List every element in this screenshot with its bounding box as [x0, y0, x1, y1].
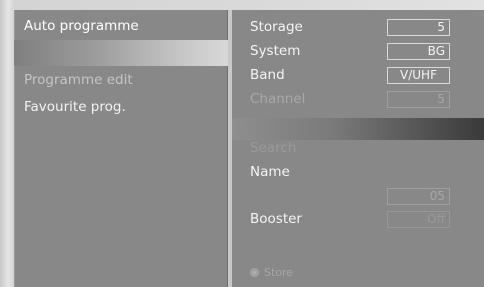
band-label: Band	[250, 67, 285, 83]
menu-item-favourite-prog[interactable]: Favourite prog.	[24, 99, 126, 115]
channel-label: Channel	[250, 91, 306, 107]
tv-menu-screen: Auto programme Programme edit Favourite …	[0, 0, 484, 287]
store-button[interactable]: Store	[250, 266, 293, 279]
band-value-field[interactable]: V/UHF	[387, 67, 450, 84]
menu-item-auto-programme[interactable]: Auto programme	[24, 18, 139, 34]
storage-value-field[interactable]: 5	[387, 19, 450, 36]
system-label: System	[250, 43, 301, 59]
settings-panel: Storage 5 System BG Band V/UHF Channel 5…	[232, 10, 484, 287]
system-value-field[interactable]: BG	[387, 43, 450, 60]
channel-value-field[interactable]: 5	[387, 91, 450, 108]
storage-label: Storage	[250, 19, 303, 35]
booster-label: Booster	[250, 211, 302, 227]
main-menu-panel: Auto programme Programme edit Favourite …	[14, 10, 228, 287]
fine-tune-value-field[interactable]: 05	[387, 188, 450, 205]
menu-item-programme-edit[interactable]: Programme edit	[24, 72, 133, 88]
name-label: Name	[250, 164, 290, 180]
settings-selection-highlight	[232, 118, 484, 140]
store-label: Store	[264, 266, 294, 279]
search-label[interactable]: Search	[250, 140, 296, 156]
store-radio-icon	[250, 268, 259, 277]
booster-value-field[interactable]: Off	[387, 211, 450, 228]
menu-selection-highlight	[14, 40, 228, 66]
